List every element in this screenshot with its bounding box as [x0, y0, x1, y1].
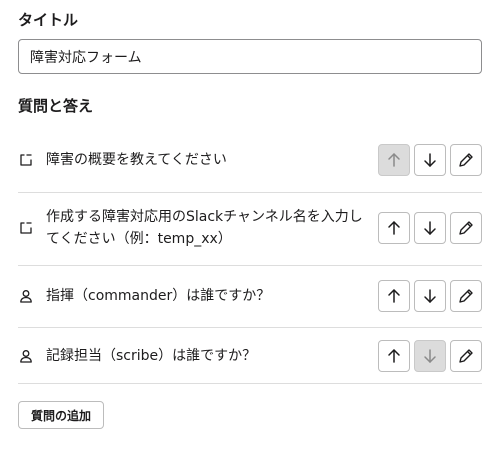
- edit-button[interactable]: [450, 144, 482, 176]
- move-down-button[interactable]: [414, 340, 446, 372]
- add-question-button[interactable]: 質問の追加: [18, 401, 105, 429]
- questions-heading: 質問と答え: [18, 97, 94, 115]
- edit-button[interactable]: [450, 340, 482, 372]
- arrow-up-icon: [388, 349, 400, 363]
- question-text: 作成する障害対応用のSlackチャンネル名を入力してください（例：temp_xx…: [46, 209, 363, 247]
- arrow-up-icon: [388, 153, 400, 167]
- arrow-up-icon: [388, 221, 400, 235]
- pencil-icon: [459, 153, 473, 167]
- title-input[interactable]: [18, 39, 482, 74]
- question-actions: [378, 280, 482, 312]
- question-text: 障害の概要を教えてください: [46, 152, 227, 168]
- person-icon: [18, 348, 34, 364]
- move-down-button[interactable]: [414, 144, 446, 176]
- arrow-down-icon: [424, 289, 436, 303]
- pencil-icon: [459, 349, 473, 363]
- question-row: 記録担当（scribe）は誰ですか？: [18, 328, 482, 384]
- arrow-down-icon: [424, 153, 436, 167]
- pencil-icon: [459, 221, 473, 235]
- question-actions: [378, 212, 482, 244]
- move-up-button[interactable]: [378, 280, 410, 312]
- question-row: 指揮（commander）は誰ですか？: [18, 266, 482, 328]
- arrow-down-icon: [424, 349, 436, 363]
- incident-form-editor: タイトル 質問と答え 障害の概要を教えてください: [0, 0, 501, 454]
- question-actions: [378, 340, 482, 372]
- edit-button[interactable]: [450, 212, 482, 244]
- move-down-button[interactable]: [414, 280, 446, 312]
- question-row: 障害の概要を教えてください: [18, 130, 482, 193]
- question-list: 障害の概要を教えてください 作成する障害対応用のSlackチャンネル名を入力して…: [18, 130, 482, 384]
- move-down-button[interactable]: [414, 212, 446, 244]
- move-up-button[interactable]: [378, 340, 410, 372]
- move-up-button[interactable]: [378, 212, 410, 244]
- question-row: 作成する障害対応用のSlackチャンネル名を入力してください（例：temp_xx…: [18, 193, 482, 266]
- text-bracket-icon: [18, 152, 34, 168]
- arrow-up-icon: [388, 289, 400, 303]
- pencil-icon: [459, 289, 473, 303]
- question-text: 記録担当（scribe）は誰ですか？: [46, 348, 257, 364]
- title-label: タイトル: [18, 11, 79, 29]
- question-actions: [378, 144, 482, 176]
- text-bracket-icon: [18, 220, 34, 236]
- move-up-button[interactable]: [378, 144, 410, 176]
- edit-button[interactable]: [450, 280, 482, 312]
- person-icon: [18, 288, 34, 304]
- arrow-down-icon: [424, 221, 436, 235]
- question-text: 指揮（commander）は誰ですか？: [46, 288, 271, 304]
